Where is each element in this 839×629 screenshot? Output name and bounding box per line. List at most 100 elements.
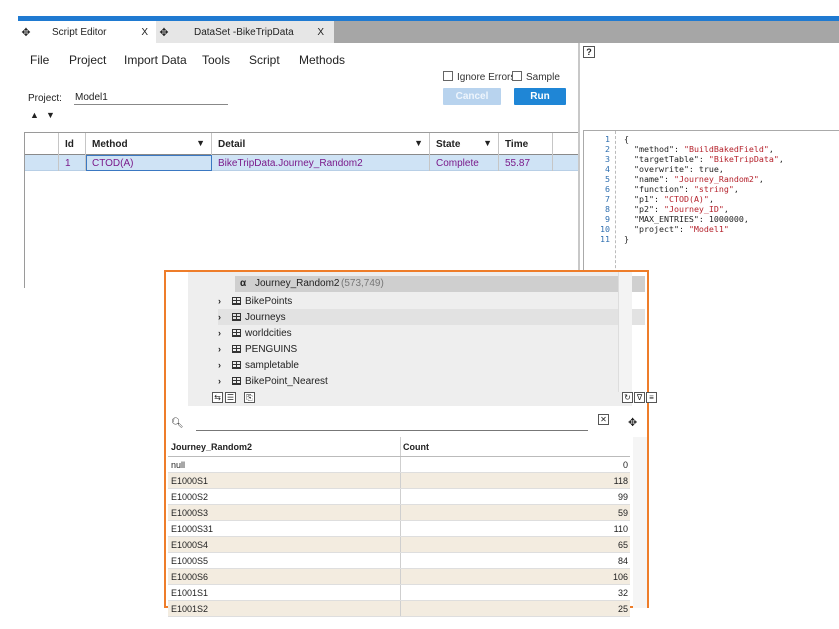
menu-project[interactable]: Project — [69, 53, 106, 67]
list-view-icon[interactable]: ☰ — [225, 392, 236, 403]
col-id[interactable]: Id — [59, 133, 86, 155]
run-button[interactable]: Run — [514, 88, 566, 105]
cell-value[interactable]: E1001S1 — [168, 585, 401, 600]
col-journey-random2[interactable]: Journey_Random2 — [168, 437, 401, 456]
menu-methods[interactable]: Methods — [299, 53, 345, 67]
col-state[interactable]: State ▼ — [430, 133, 499, 155]
table-row[interactable]: E1000S4 65 — [168, 537, 630, 553]
table-row[interactable]: 1 CTOD(A) BikeTripData.Journey_Random2 C… — [25, 155, 578, 171]
cell-value[interactable]: null — [168, 457, 401, 472]
cell-count[interactable]: 106 — [401, 569, 630, 584]
cell-count[interactable]: 118 — [401, 473, 630, 488]
cell-value[interactable]: E1000S6 — [168, 569, 401, 584]
chevron-right-icon[interactable]: › — [218, 376, 232, 386]
copy-icon[interactable]: ⎘ — [244, 392, 255, 403]
cell-count[interactable]: 59 — [401, 505, 630, 520]
sample-checkbox[interactable] — [512, 71, 522, 81]
tab-dataset-biketripdata[interactable]: ✥ DataSet -BikeTripData X — [156, 21, 334, 43]
cell-value[interactable]: E1001S2 — [168, 601, 401, 616]
menu-tools[interactable]: Tools — [202, 53, 230, 67]
cell-value[interactable]: E1000S3 — [168, 505, 401, 520]
ignore-errors-option[interactable]: Ignore Errors — [443, 71, 515, 83]
selected-field[interactable]: α Journey_Random2 (573,749) — [235, 276, 645, 292]
table-row[interactable]: E1000S1 118 — [168, 473, 630, 489]
values-scrollbar[interactable] — [633, 437, 647, 608]
filter-icon[interactable]: ∇ — [634, 392, 645, 403]
tree-scrollbar[interactable] — [618, 272, 632, 392]
menu-import-data[interactable]: Import Data — [124, 53, 187, 67]
table-row[interactable]: E1001S2 25 — [168, 601, 630, 617]
cell-time[interactable]: 55.87 — [499, 155, 553, 171]
sample-option[interactable]: Sample — [512, 71, 560, 83]
cell-count[interactable]: 99 — [401, 489, 630, 504]
code-token: "targetTable": — [624, 154, 709, 164]
col-count[interactable]: Count — [401, 437, 630, 456]
close-icon[interactable]: X — [141, 27, 156, 38]
cell-count[interactable]: 110 — [401, 521, 630, 536]
tree-item[interactable]: › BikePoints — [218, 293, 292, 309]
menu-script[interactable]: Script — [249, 53, 280, 67]
chevron-right-icon[interactable]: › — [218, 360, 232, 370]
cell-detail[interactable]: BikeTripData.Journey_Random2 — [212, 155, 430, 171]
table-row[interactable]: E1000S2 99 — [168, 489, 630, 505]
filter-icon[interactable]: ▼ — [196, 138, 205, 148]
tab-script-editor[interactable]: ✥ Script Editor X — [18, 21, 156, 43]
table-row[interactable]: E1000S6 106 — [168, 569, 630, 585]
search-input[interactable] — [196, 430, 588, 431]
cell-count[interactable]: 32 — [401, 585, 630, 600]
move-down-icon[interactable]: ▼ — [46, 110, 55, 120]
tree-toolbar: ⇆ ☰ ⎘ ↻ ∇ ≡ — [210, 390, 657, 406]
table-row[interactable]: E1000S31 110 — [168, 521, 630, 537]
row-selector[interactable] — [25, 155, 59, 171]
settings-icon[interactable]: ≡ — [646, 392, 657, 403]
refresh-icon[interactable]: ↻ — [622, 392, 633, 403]
col-time[interactable]: Time — [499, 133, 553, 155]
cell-id[interactable]: 1 — [59, 155, 86, 171]
cell-method[interactable]: CTOD(A) — [86, 155, 212, 171]
chevron-right-icon[interactable]: › — [218, 344, 232, 354]
move-icon[interactable]: ✥ — [18, 26, 34, 39]
cell-count[interactable]: 0 — [401, 457, 630, 472]
cancel-button[interactable]: Cancel — [443, 88, 501, 105]
cell-value[interactable]: E1000S31 — [168, 521, 401, 536]
cell-state[interactable]: Complete — [430, 155, 499, 171]
col-method[interactable]: Method ▼ — [86, 133, 212, 155]
table-row[interactable]: E1001S1 32 — [168, 585, 630, 601]
move-icon[interactable]: ✥ — [156, 26, 172, 39]
cell-count[interactable]: 65 — [401, 537, 630, 552]
grid-corner — [25, 133, 59, 155]
chevron-right-icon[interactable]: › — [218, 312, 232, 322]
cell-value[interactable]: E1000S4 — [168, 537, 401, 552]
tree-item[interactable]: › BikePoint_Nearest — [218, 373, 328, 389]
ignore-errors-checkbox[interactable] — [443, 71, 453, 81]
chevron-right-icon[interactable]: › — [218, 328, 232, 338]
table-row[interactable]: E1000S5 84 — [168, 553, 630, 569]
cell-count[interactable]: 84 — [401, 553, 630, 568]
json-code-view[interactable]: 1 {2 "method": "BuildBakedField", 3 "targe… — [583, 130, 839, 288]
move-icon[interactable]: ✥ — [628, 416, 637, 429]
help-icon[interactable]: ? — [583, 46, 595, 58]
project-name-field[interactable]: Model1 — [74, 90, 228, 105]
chevron-right-icon[interactable]: › — [218, 296, 232, 306]
cell-value[interactable]: E1000S1 — [168, 473, 401, 488]
tree-item[interactable]: › sampletable — [218, 357, 299, 373]
tree-view-icon[interactable]: ⇆ — [212, 392, 223, 403]
move-up-icon[interactable]: ▲ — [30, 110, 39, 120]
tree-item[interactable]: › Journeys — [218, 309, 645, 325]
tree-item[interactable]: › worldcities — [218, 325, 292, 341]
cell-value[interactable]: E1000S5 — [168, 553, 401, 568]
col-detail[interactable]: Detail ▼ — [212, 133, 430, 155]
tree-item[interactable]: › PENGUINS — [218, 341, 297, 357]
table-icon — [232, 297, 241, 305]
table-row[interactable]: null 0 — [168, 457, 630, 473]
close-icon[interactable]: ✕ — [598, 414, 609, 425]
filter-icon[interactable]: ▼ — [483, 138, 492, 148]
values-table-header: Journey_Random2 Count — [168, 437, 630, 457]
close-icon[interactable]: X — [317, 27, 334, 38]
code-string: "BikeTripData" — [708, 154, 779, 164]
cell-value[interactable]: E1000S2 — [168, 489, 401, 504]
cell-count[interactable]: 25 — [401, 601, 630, 616]
menu-file[interactable]: File — [30, 53, 49, 67]
filter-icon[interactable]: ▼ — [414, 138, 423, 148]
table-row[interactable]: E1000S3 59 — [168, 505, 630, 521]
